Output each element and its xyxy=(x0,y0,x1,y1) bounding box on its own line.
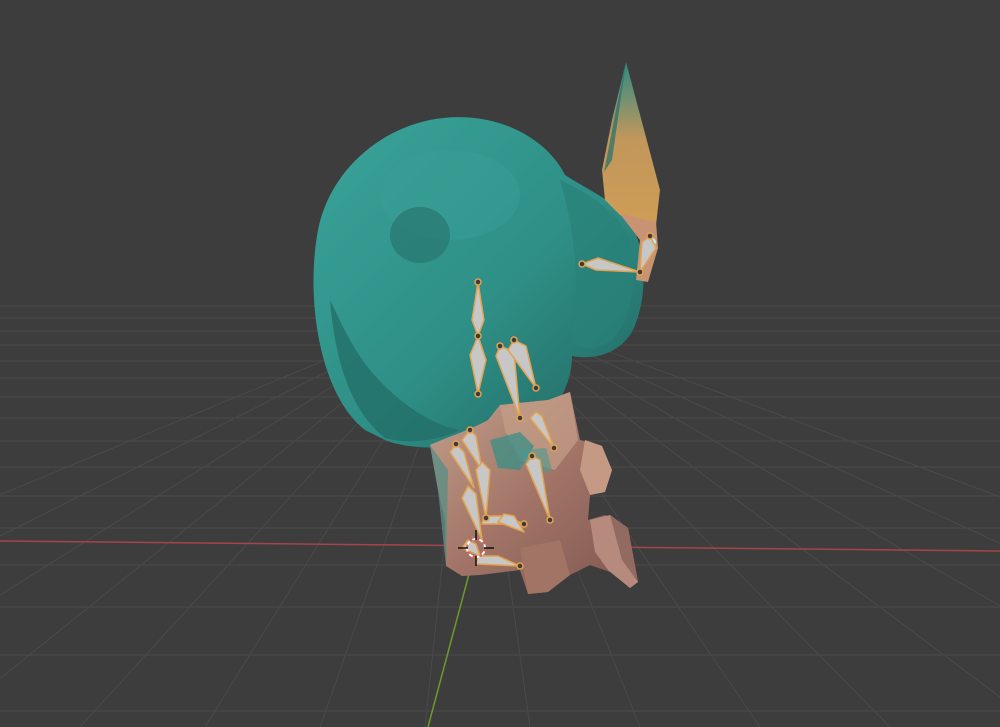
3d-viewport[interactable] xyxy=(0,0,1000,727)
viewport-canvas[interactable] xyxy=(0,0,1000,727)
body-dark-patch xyxy=(390,207,450,263)
creature-mesh[interactable] xyxy=(313,62,660,594)
